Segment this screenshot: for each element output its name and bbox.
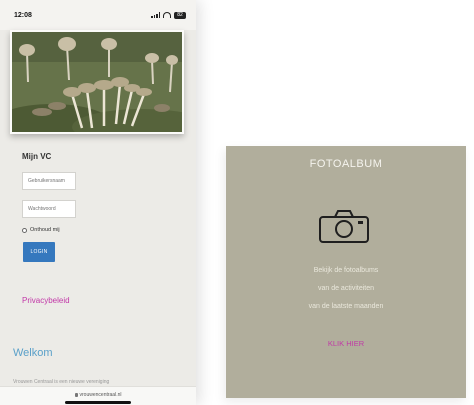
description-line: Bekijk de fotoalbums: [313, 267, 379, 274]
klik-hier-link[interactable]: KLIK HIER: [226, 339, 466, 348]
username-input[interactable]: [22, 172, 76, 190]
battery-icon: 82: [174, 11, 186, 19]
url-display: vrouwencentraal.nl: [0, 392, 196, 398]
wifi-icon: [163, 12, 171, 18]
fotoalbum-title: FOTOALBUM: [309, 158, 383, 170]
description-line: van de laatste maanden: [308, 303, 384, 310]
welcome-teaser: Vrouwen Centraal is een nieuwe verenigin…: [13, 379, 110, 385]
radio-icon: [22, 227, 27, 233]
fotoalbum-description: Bekijk de fotoalbums van de activiteiten…: [226, 262, 466, 316]
camera-icon: [319, 210, 369, 243]
home-indicator[interactable]: [65, 401, 131, 404]
lock-icon: [74, 392, 78, 397]
hero-image-mushrooms: [10, 30, 184, 134]
phone-screenshot: 12:08 82 Mijn VC Gebruikersnaam Onthoud …: [0, 0, 196, 405]
status-icons: 82: [151, 11, 186, 19]
url-text: vrouwencentraal.nl: [79, 392, 122, 398]
browser-url-bar[interactable]: vrouwencentraal.nl: [0, 386, 196, 405]
privacy-link[interactable]: Privacybeleid: [22, 296, 70, 305]
password-input[interactable]: [22, 200, 76, 218]
fotoalbum-card: FOTOALBUM Bekijk de fotoalbums van de ac…: [226, 146, 466, 398]
welcome-heading: Welkom: [13, 347, 53, 359]
description-line: van de activiteiten: [317, 285, 375, 292]
status-time: 12:08: [14, 11, 32, 19]
login-heading: Mijn VC: [22, 152, 52, 161]
login-button[interactable]: LOGIN: [23, 242, 55, 262]
remember-me-label: Onthoud mij: [30, 227, 60, 233]
status-bar: 12:08 82: [0, 0, 196, 30]
mushroom-illustration: [12, 32, 182, 132]
remember-me-checkbox[interactable]: Onthoud mij: [22, 227, 60, 233]
signal-icon: [151, 12, 160, 18]
